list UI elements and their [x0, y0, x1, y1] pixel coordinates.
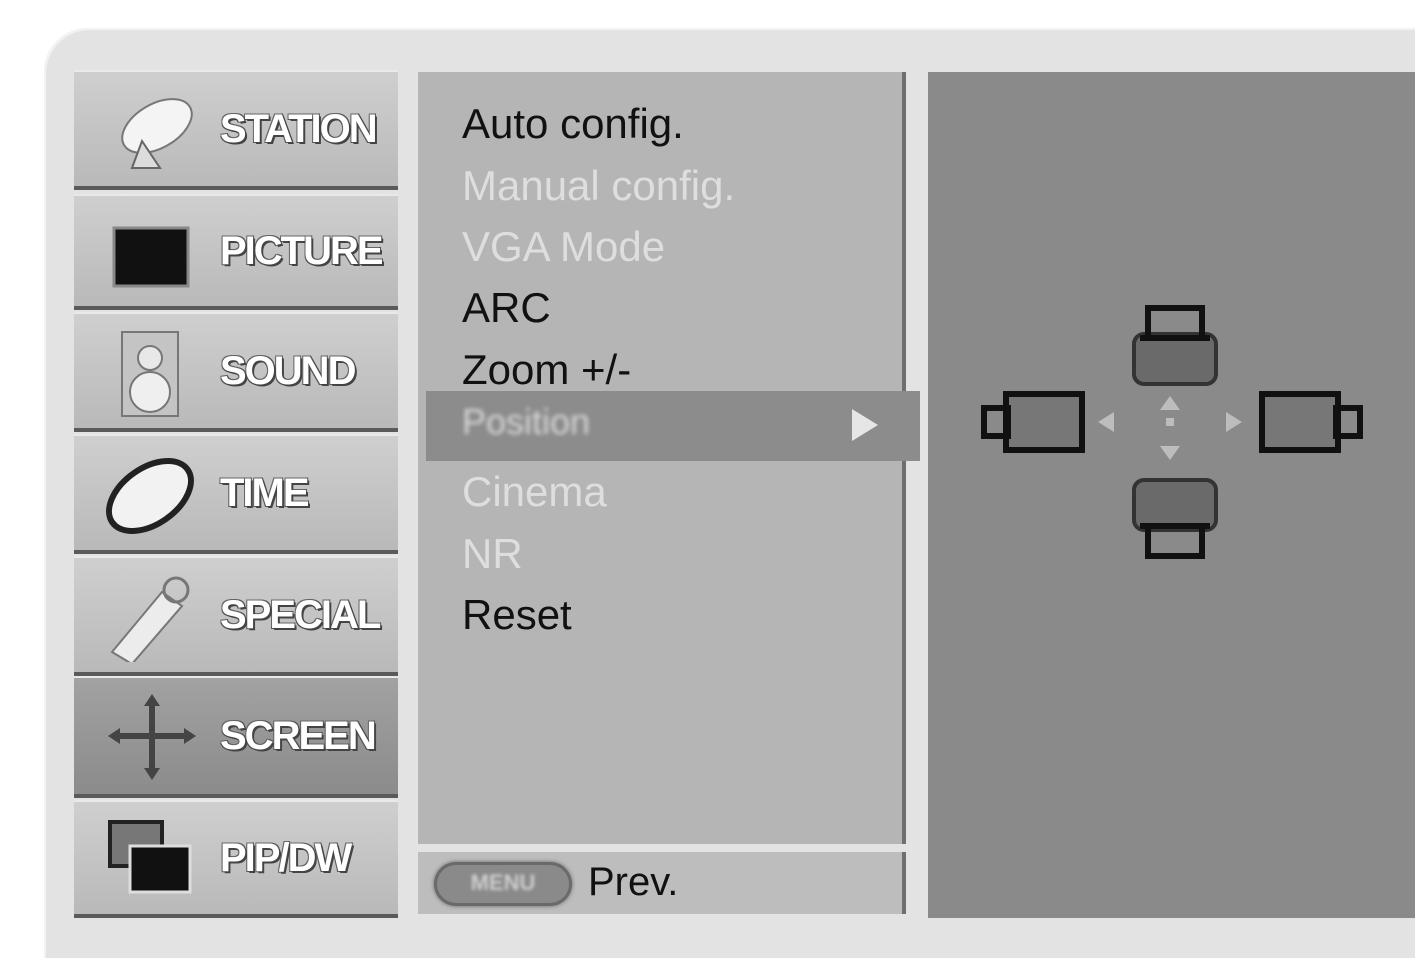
category-label: SPECIAL [220, 592, 381, 637]
menu-item-nr: NR [462, 530, 523, 577]
menu-item-auto-config[interactable]: Auto config. [462, 100, 684, 148]
category-label: PIP/DW [220, 835, 352, 880]
category-pip[interactable]: PIP/DW [74, 800, 398, 914]
footer-bar: MENU Prev. [418, 852, 902, 914]
category-special[interactable]: SPECIAL [74, 556, 398, 672]
category-label: STATION [220, 106, 378, 151]
category-label: SOUND [220, 348, 356, 393]
prev-label: Prev. [588, 860, 679, 904]
menu-item-zoom[interactable]: Zoom +/- [462, 346, 631, 394]
menu-item-reset[interactable]: Reset [462, 591, 572, 639]
preview-panel [928, 72, 1415, 918]
picture-icon [112, 226, 190, 288]
menu-item-position-selected[interactable]: Position [426, 391, 920, 461]
pip-icon [108, 820, 192, 894]
menu-key-label: MENU [470, 870, 536, 895]
category-picture[interactable]: PICTURE [74, 194, 398, 306]
satellite-dish-icon [121, 98, 193, 169]
category-label: SCREEN [220, 713, 377, 758]
submenu-arrow-icon [852, 409, 878, 441]
menu-item-position-label: Position [462, 401, 591, 442]
speaker-icon [121, 331, 179, 417]
menu-item-vga-mode: VGA Mode [462, 223, 666, 270]
menu-item-arc[interactable]: ARC [462, 284, 551, 332]
screen-move-icon [108, 694, 196, 780]
category-screen[interactable]: SCREEN [74, 676, 398, 794]
menu-key-button[interactable]: MENU [434, 862, 572, 906]
menu-item-cinema: Cinema [462, 468, 607, 515]
special-icon [110, 576, 190, 662]
category-station[interactable]: STATION [74, 70, 398, 186]
category-time[interactable]: TIME [74, 434, 398, 550]
category-label: PICTURE [220, 228, 384, 273]
category-sound[interactable]: SOUND [74, 312, 398, 428]
clock-icon [106, 458, 194, 534]
category-label: TIME [220, 470, 310, 515]
position-adjust-icon [981, 305, 1363, 559]
menu-item-manual-config: Manual config. [462, 162, 736, 209]
